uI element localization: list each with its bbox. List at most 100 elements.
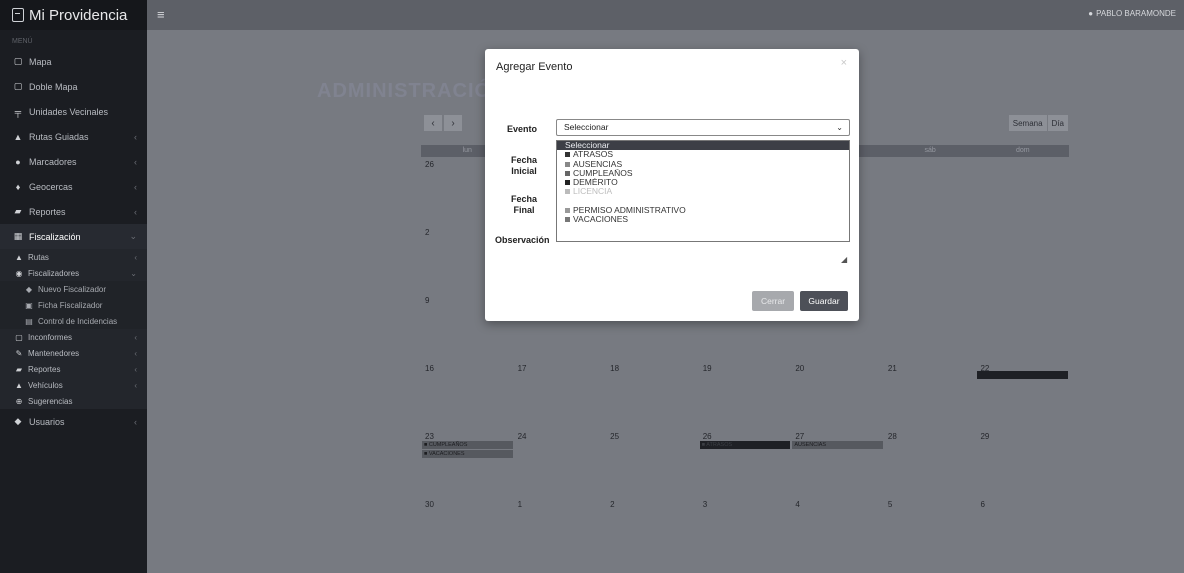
day-number: 23 [425, 432, 434, 441]
sidebar-item-geocercas[interactable]: ♦ Geocercas ‹ [0, 174, 147, 199]
day-number: 5 [887, 500, 893, 509]
calendar-day-cell[interactable]: 30 [421, 497, 514, 565]
modal-title: Agregar Evento [496, 61, 573, 73]
day-number: 25 [610, 432, 620, 441]
save-button[interactable]: Guardar [800, 291, 848, 311]
calendar-day-cell[interactable] [976, 293, 1069, 361]
sidebar-item-label: Fiscalizadores [28, 268, 80, 278]
hamburger-menu-icon[interactable]: ≡ [157, 7, 165, 22]
sidebar-item-reportes[interactable]: ▰ Reportes ‹ [0, 199, 147, 224]
dropdown-option-label: Seleccionar [565, 141, 610, 150]
user-menu[interactable]: ● PABLO BARAMONDE [1088, 9, 1176, 18]
sidebar-item-unidades-vecinales[interactable]: ╤ Unidades Vecinales [0, 99, 147, 124]
sidebar-item-label: Mapa [29, 56, 52, 67]
dropdown-option-label: DEMÉRITO [573, 178, 618, 188]
calendar-day-cell[interactable]: 19 [699, 361, 792, 429]
sidebar-item-rutas[interactable]: ▲ Rutas ‹ [0, 249, 147, 265]
calendar-day-cell[interactable] [976, 157, 1069, 225]
sidebar-item-sugerencias[interactable]: ⊕ Sugerencias [0, 393, 147, 409]
dropdown-option[interactable]: Seleccionar [557, 141, 849, 151]
calendar-day-cell[interactable]: 29 [976, 429, 1069, 497]
sidebar-item-inconformes[interactable]: ▢ Inconformes ‹ [0, 329, 147, 345]
sidebar-item-reportes[interactable]: ▰ Reportes ‹ [0, 361, 147, 377]
calendar-day-cell[interactable]: 23 ■ CUMPLEAÑOS ■ VACACIONES [421, 429, 514, 497]
calendar-event[interactable] [977, 371, 1069, 379]
sidebar-item-nuevo-fiscalizador[interactable]: ◆ Nuevo Fiscalizador [0, 281, 147, 297]
calendar-next-button[interactable]: › [444, 115, 462, 131]
calendar-day-cell[interactable]: 22 [976, 361, 1069, 429]
user-icon: ● [1088, 9, 1094, 18]
car-icon: ▲ [15, 380, 23, 390]
dropdown-option[interactable]: PERMISO ADMINISTRATIVO [557, 206, 849, 215]
calendar-day-cell[interactable] [976, 225, 1069, 293]
view-day-button[interactable]: Día [1047, 115, 1068, 131]
calendar-day-cell[interactable]: 18 [606, 361, 699, 429]
dropdown-option[interactable]: VACACIONES [557, 215, 849, 224]
sidebar-item-doble-mapa[interactable]: ▢ Doble Mapa [0, 74, 147, 99]
calendar-event[interactable]: ■ CUMPLEAÑOS [422, 441, 513, 449]
cancel-button[interactable]: Cerrar [752, 291, 794, 311]
calendar-day-cell[interactable]: 6 [976, 497, 1069, 565]
calendar-day-cell[interactable]: 2 [606, 497, 699, 565]
evento-label: Evento [507, 124, 538, 134]
calendar-prev-button[interactable]: ‹ [424, 115, 442, 131]
dropdown-option[interactable]: DEMÉRITO [557, 178, 849, 187]
sidebar-item-marcadores[interactable]: ● Marcadores ‹ [0, 149, 147, 174]
calendar-day-cell[interactable]: 5 [884, 497, 977, 565]
user-icon: ◉ [15, 268, 23, 278]
dropdown-option[interactable]: CUMPLEAÑOS [557, 169, 849, 178]
sidebar-item-ficha-fiscalizador[interactable]: ▣ Ficha Fiscalizador [0, 297, 147, 313]
dropdown-option[interactable] [557, 197, 849, 206]
chevron-icon: ‹ [134, 416, 137, 427]
close-icon[interactable]: × [841, 57, 847, 69]
top-navbar: ≡ ● PABLO BARAMONDE [147, 0, 1184, 30]
sidebar-item-label: Mantenedores [28, 348, 80, 358]
sidebar-item-rutas-guiadas[interactable]: ▲ Rutas Guiadas ‹ [0, 124, 147, 149]
calendar-day-cell[interactable]: 1 [514, 497, 607, 565]
sidebar-item-label: Geocercas [29, 181, 73, 192]
signpost-icon: ╤ [14, 106, 22, 117]
dropdown-option-label: VACACIONES [573, 215, 629, 225]
calendar-event[interactable]: AUSENCIAS [792, 441, 883, 449]
dropdown-option[interactable]: LICENCIA [557, 187, 849, 196]
sidebar-item-mapa[interactable]: ▢ Mapa [0, 49, 147, 74]
sidebar-item-usuarios[interactable]: ◆ Usuarios ‹ [0, 409, 147, 434]
color-swatch-icon [565, 217, 570, 223]
sidebar-item-label: Control de Incidencias [38, 316, 118, 326]
app-brand[interactable]: Mi Providencia [0, 0, 147, 30]
dropdown-option[interactable]: ATRASOS [557, 150, 849, 159]
sidebar-item-veh-culos[interactable]: ▲ Vehículos ‹ [0, 377, 147, 393]
calendar-day-cell[interactable]: 4 [791, 497, 884, 565]
calendar-day-cell[interactable]: 16 [421, 361, 514, 429]
dropdown-option[interactable]: AUSENCIAS [557, 160, 849, 169]
chevron-icon: ‹ [134, 206, 137, 217]
car-icon: ▲ [15, 252, 23, 262]
calendar-day-cell[interactable]: 27 AUSENCIAS [791, 429, 884, 497]
calendar-day-cell[interactable]: 20 [791, 361, 884, 429]
calendar-day-cell[interactable] [884, 293, 977, 361]
calendar-event[interactable]: ■ VACACIONES [422, 450, 513, 458]
calendar-event[interactable]: ■ ATRASOS [699, 441, 791, 449]
calendar-day-cell[interactable]: 26 ■ ATRASOS [699, 429, 792, 497]
wrench-icon: ✎ [15, 348, 23, 358]
resize-handle-icon[interactable]: ◢ [841, 255, 847, 264]
evento-select[interactable]: Seleccionar ⌄ [556, 119, 850, 136]
view-week-button[interactable]: Semana [1008, 115, 1047, 131]
calendar-day-cell[interactable]: 17 [514, 361, 607, 429]
calendar-day-cell[interactable] [884, 225, 977, 293]
sidebar-item-label: Ficha Fiscalizador [38, 300, 103, 310]
calendar-day-cell[interactable]: 3 [699, 497, 792, 565]
calendar-day-cell[interactable]: 24 [514, 429, 607, 497]
sidebar-item-control-de-incidencias[interactable]: ▤ Control de Incidencias [0, 313, 147, 329]
car-icon: ▲ [13, 131, 23, 142]
calendar-day-cell[interactable]: 25 [606, 429, 699, 497]
day-number: 19 [702, 364, 712, 373]
sidebar-item-label: Reportes [28, 364, 61, 374]
sidebar-item-fiscalizaci-n[interactable]: ▦ Fiscalización ⌄ [0, 224, 147, 249]
calendar-day-cell[interactable]: 21 [884, 361, 977, 429]
sidebar-item-label: Inconformes [28, 332, 73, 342]
sidebar-item-mantenedores[interactable]: ✎ Mantenedores ‹ [0, 345, 147, 361]
calendar-day-cell[interactable]: 28 [884, 429, 977, 497]
calendar-day-cell[interactable] [884, 157, 977, 225]
sidebar-item-fiscalizadores[interactable]: ◉ Fiscalizadores ⌄ [0, 265, 147, 281]
